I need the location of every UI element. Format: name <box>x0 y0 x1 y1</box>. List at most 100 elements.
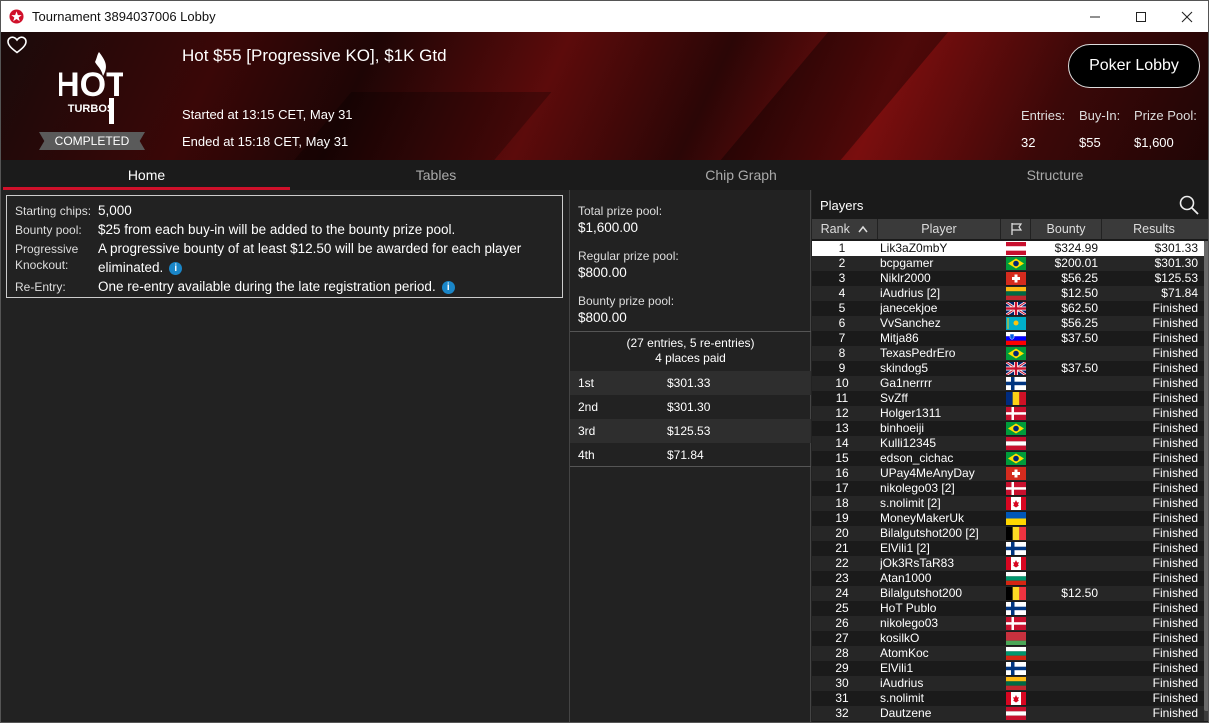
player-name: jOk3RsTaR83 <box>880 556 955 570</box>
tab-chip-graph[interactable]: Chip Graph <box>596 160 886 190</box>
table-row[interactable]: 19 MoneyMakerUk Finished <box>812 511 1204 526</box>
regular-prize-label: Regular prize pool: <box>578 249 679 263</box>
pko-info-icon[interactable]: i <box>169 262 183 275</box>
close-button[interactable] <box>1164 1 1208 32</box>
flag-column-header[interactable] <box>1001 219 1031 239</box>
table-row[interactable]: 31 s.nolimit Finished <box>812 691 1204 706</box>
table-row[interactable]: 1 Lik3aZ0mbY $324.99 $301.33 <box>812 241 1204 256</box>
tab-structure[interactable]: Structure <box>911 160 1199 190</box>
payout-amount: $301.30 <box>667 400 711 414</box>
player-rank: 5 <box>838 301 846 315</box>
table-row[interactable]: 5 janecekjoe $62.50 Finished <box>812 301 1204 316</box>
player-name: Mitja86 <box>880 331 919 345</box>
player-rank: 14 <box>835 436 849 450</box>
poker-lobby-button[interactable]: Poker Lobby <box>1068 44 1200 88</box>
table-row[interactable]: 14 Kulli12345 Finished <box>812 436 1204 451</box>
sort-ascending-icon <box>858 225 868 233</box>
table-row[interactable]: 17 nikolego03 [2] Finished <box>812 481 1204 496</box>
player-result: Finished <box>1152 451 1198 465</box>
player-bounty: $12.50 <box>1061 286 1098 300</box>
rank-column-header[interactable]: Rank <box>812 219 878 239</box>
table-row[interactable]: 11 SvZff Finished <box>812 391 1204 406</box>
minimize-button[interactable] <box>1072 1 1118 32</box>
pko-value-text: eliminated. <box>98 260 164 275</box>
country-flag-dk-icon <box>1006 407 1026 420</box>
buyin-label: Buy-In: <box>1079 108 1121 123</box>
country-flag-at-icon <box>1006 437 1026 450</box>
table-row[interactable]: 18 s.nolimit [2] Finished <box>812 496 1204 511</box>
table-row[interactable]: 28 AtomKoc Finished <box>812 646 1204 661</box>
table-row[interactable]: 6 VvSanchez $56.25 Finished <box>812 316 1204 331</box>
table-row[interactable]: 2 bcpgamer $200.01 $301.30 <box>812 256 1204 271</box>
bounty-column-header[interactable]: Bounty <box>1031 219 1102 239</box>
country-flag-bg-icon <box>1006 572 1026 585</box>
banner-stripe <box>250 92 552 160</box>
player-result: Finished <box>1152 511 1198 525</box>
table-row[interactable]: 15 edson_cichac Finished <box>812 451 1204 466</box>
table-row[interactable]: 29 ElVili1 Finished <box>812 661 1204 676</box>
table-row[interactable]: 26 nikolego03 Finished <box>812 616 1204 631</box>
player-name: edson_cichac <box>880 451 954 465</box>
player-result: Finished <box>1152 571 1198 585</box>
table-row[interactable]: 20 Bilalgutshot200 [2] Finished <box>812 526 1204 541</box>
country-flag-ua-icon <box>1006 512 1026 525</box>
table-row[interactable]: 30 iAudrius Finished <box>812 676 1204 691</box>
tab-home[interactable]: Home <box>3 160 290 190</box>
table-row[interactable]: 32 Dautzene Finished <box>812 706 1204 721</box>
total-prize-label: Total prize pool: <box>578 204 663 218</box>
payout-place: 3rd <box>578 424 596 438</box>
table-row[interactable]: 13 binhoeiji Finished <box>812 421 1204 436</box>
country-flag-ca-icon <box>1006 692 1026 705</box>
table-row[interactable]: 22 jOk3RsTaR83 Finished <box>812 556 1204 571</box>
player-result: $71.84 <box>1161 286 1198 300</box>
player-column-header[interactable]: Player <box>878 219 1001 239</box>
country-flag-gb-icon <box>1006 302 1026 315</box>
maximize-button[interactable] <box>1118 1 1164 32</box>
player-rank: 23 <box>835 571 849 585</box>
table-row[interactable]: 8 TexasPedrEro Finished <box>812 346 1204 361</box>
player-bounty: $56.25 <box>1061 316 1098 330</box>
table-row[interactable]: 27 kosilkO Finished <box>812 631 1204 646</box>
rank-header-label: Rank <box>820 222 850 236</box>
table-row[interactable]: 23 Atan1000 Finished <box>812 571 1204 586</box>
player-name: Lik3aZ0mbY <box>880 241 948 255</box>
players-table-header: Rank Player Bounty Results <box>812 219 1208 239</box>
player-rank: 17 <box>835 481 849 495</box>
player-name: kosilkO <box>880 631 920 645</box>
favorite-heart-icon[interactable] <box>7 36 27 54</box>
tab-tables[interactable]: Tables <box>291 160 581 190</box>
search-icon[interactable] <box>1178 194 1200 216</box>
table-row[interactable]: 3 Niklr2000 $56.25 $125.53 <box>812 271 1204 286</box>
player-rank: 29 <box>835 661 849 675</box>
table-row[interactable]: 21 ElVili1 [2] Finished <box>812 541 1204 556</box>
regular-prize-value: $800.00 <box>578 265 627 280</box>
table-row[interactable]: 25 HoT Publo Finished <box>812 601 1204 616</box>
country-flag-lt-icon <box>1006 287 1026 300</box>
player-name: Niklr2000 <box>880 271 931 285</box>
player-rank: 28 <box>835 646 849 660</box>
table-row[interactable]: 7 Mitja86 $37.50 Finished <box>812 331 1204 346</box>
player-result: Finished <box>1152 646 1198 660</box>
table-row[interactable]: 4 iAudrius [2] $12.50 $71.84 <box>812 286 1204 301</box>
table-row[interactable]: 24 Bilalgutshot200 $12.50 Finished <box>812 586 1204 601</box>
table-row[interactable]: 10 Ga1nerrrr Finished <box>812 376 1204 391</box>
table-row[interactable]: 16 UPay4MeAnyDay Finished <box>812 466 1204 481</box>
payout-place: 4th <box>578 448 595 462</box>
player-name: iAudrius [2] <box>880 286 941 300</box>
player-rank: 22 <box>835 556 849 570</box>
player-rank: 12 <box>835 406 849 420</box>
country-flag-be-icon <box>1006 527 1026 540</box>
player-name: HoT Publo <box>880 601 937 615</box>
player-result: Finished <box>1152 421 1198 435</box>
bounty-prize-label: Bounty prize pool: <box>578 294 675 308</box>
window-title: Tournament 3894037006 Lobby <box>32 9 216 24</box>
table-row[interactable]: 12 Holger1311 Finished <box>812 406 1204 421</box>
player-result: Finished <box>1152 631 1198 645</box>
reentry-info-icon[interactable]: i <box>441 281 455 294</box>
players-scrollbar-thumb[interactable] <box>1204 241 1208 711</box>
player-rank: 31 <box>835 691 849 705</box>
buyin-value: $55 <box>1079 135 1101 150</box>
player-rank: 11 <box>835 391 849 405</box>
results-column-header[interactable]: Results <box>1102 219 1206 239</box>
table-row[interactable]: 9 skindog5 $37.50 Finished <box>812 361 1204 376</box>
